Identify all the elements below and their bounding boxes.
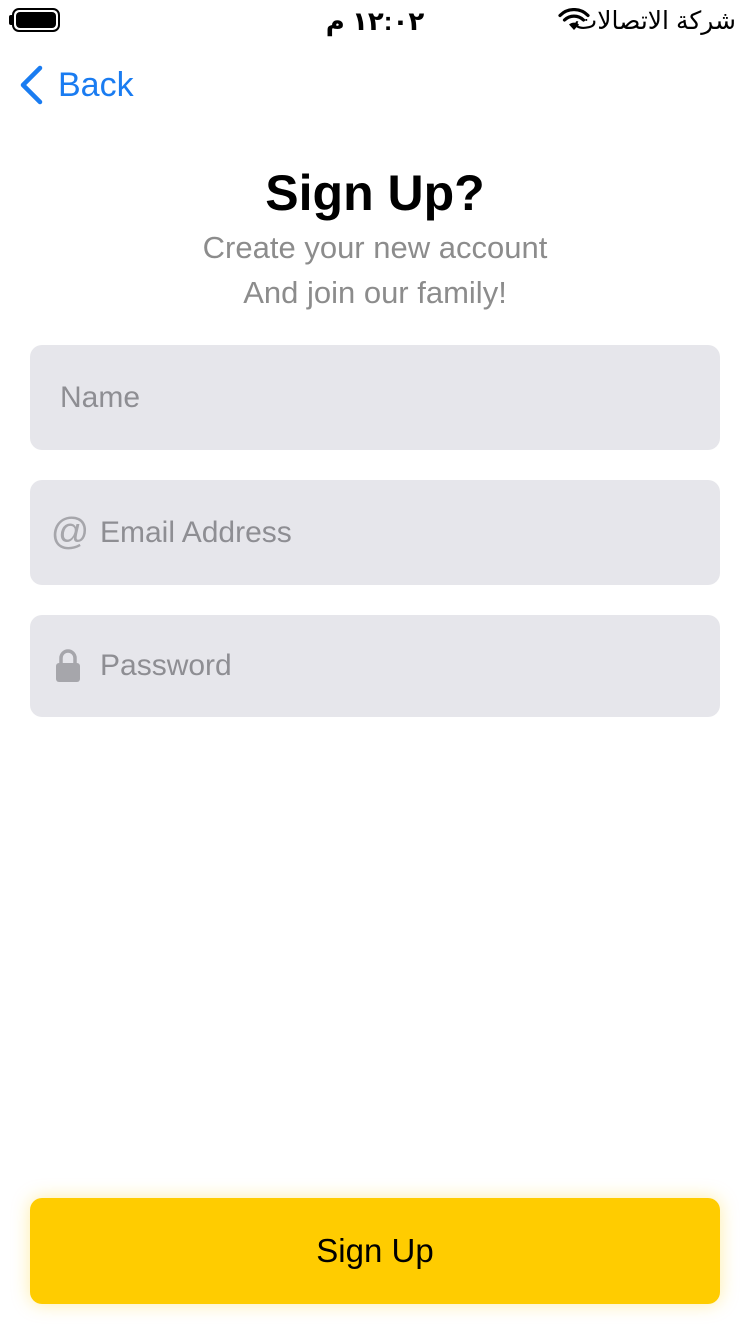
password-input[interactable] <box>100 615 720 717</box>
lock-icon <box>56 649 80 682</box>
chevron-left-icon <box>20 65 43 105</box>
back-button[interactable]: Back <box>18 62 134 108</box>
email-field-container: @ <box>30 480 720 585</box>
name-input[interactable] <box>30 345 720 450</box>
subtitle-line-1: Create your new account <box>202 230 548 265</box>
email-icon-wrapper: @ <box>30 511 100 554</box>
status-bar: ١٢:٠٢ م شركة الاتصالات <box>0 0 750 40</box>
at-icon: @ <box>50 511 90 553</box>
sign-up-button[interactable]: Sign Up <box>30 1198 720 1304</box>
page-title: Sign Up? <box>265 165 485 221</box>
carrier-name: شركة الاتصالات <box>573 7 736 35</box>
subtitle-line-2: And join our family! <box>243 275 507 310</box>
back-label: Back <box>58 65 134 104</box>
password-icon-wrapper <box>30 649 100 683</box>
signup-screen: ١٢:٠٢ م شركة الاتصالات Back Sign Up? Cre… <box>0 0 750 1334</box>
name-field-container <box>30 345 720 450</box>
email-input[interactable] <box>100 480 720 585</box>
password-field-container <box>30 615 720 717</box>
